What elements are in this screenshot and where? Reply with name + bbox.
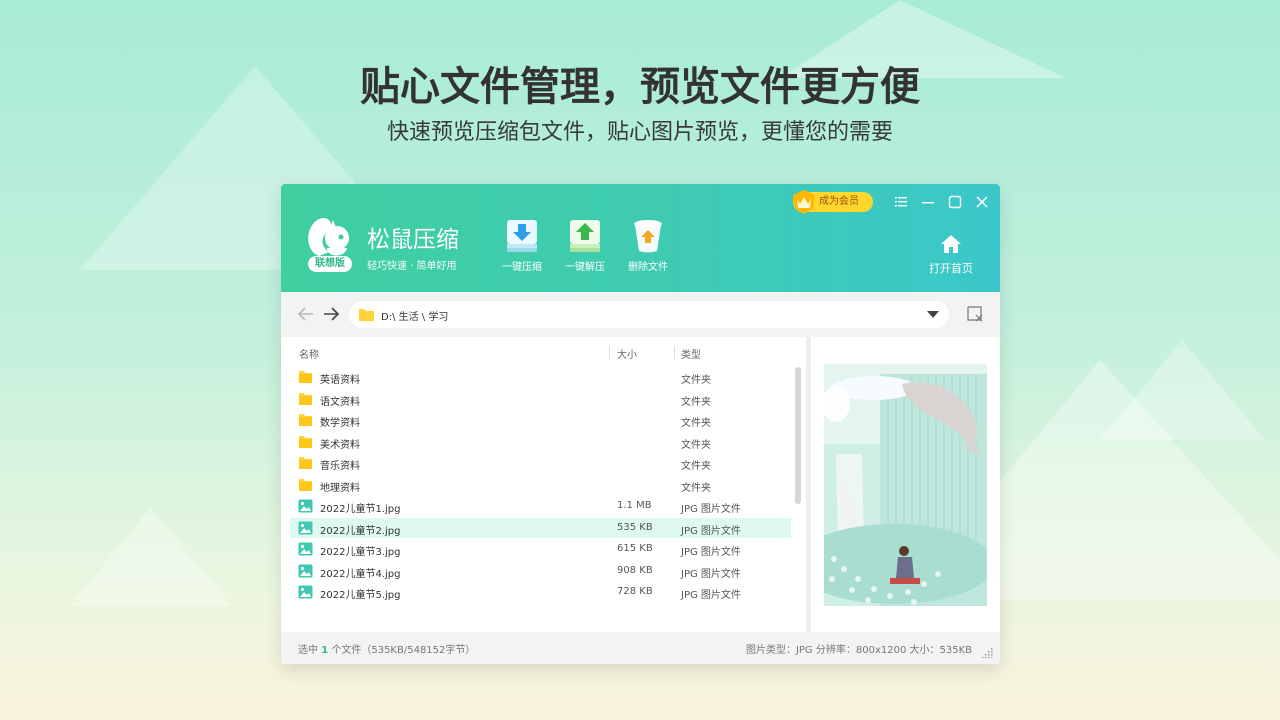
app-header: 联想版 松鼠压缩 轻巧快速 · 简单好用 一键压缩 一键解压 [281, 184, 1000, 292]
folder-icon [298, 392, 313, 406]
file-name: 2022儿童节1.jpg [320, 500, 400, 515]
file-name: 2022儿童节5.jpg [320, 586, 400, 601]
app-slogan: 轻巧快速 · 简单好用 [367, 257, 457, 272]
path-text: D:\ 生活 \ 学习 [381, 308, 448, 323]
file-name: 英语资料 [320, 371, 360, 386]
back-arrow-icon[interactable] [297, 305, 315, 323]
file-name: 音乐资料 [320, 457, 360, 472]
minimize-icon[interactable] [920, 194, 936, 210]
status-bar: 选中 1 个文件（535KB/548152字节） 图片类型：JPG 分辨率：80… [281, 632, 1000, 664]
file-name: 美术资料 [320, 436, 360, 451]
file-type: 文件夹 [681, 436, 711, 451]
image-file-icon [298, 542, 313, 556]
toggle-preview-icon[interactable] [966, 305, 984, 323]
image-file-icon [298, 564, 313, 578]
file-size: 615 KB [617, 543, 653, 554]
file-type: 文件夹 [681, 479, 711, 494]
banner-headline: 贴心文件管理，预览文件更方便 [0, 54, 1280, 112]
extract-label: 一键解压 [557, 258, 613, 273]
file-name: 2022儿童节3.jpg [320, 543, 400, 558]
banner-subline: 快速预览压缩包文件，贴心图片预览，更懂您的需要 [0, 114, 1280, 146]
trash-icon [631, 218, 665, 254]
file-row[interactable]: 数学资料 文件夹 [290, 410, 791, 430]
folder-icon [298, 413, 313, 427]
file-name: 2022儿童节2.jpg [320, 522, 400, 537]
path-input[interactable]: D:\ 生活 \ 学习 [349, 301, 949, 328]
app-name: 松鼠压缩 [367, 220, 459, 254]
file-type: 文件夹 [681, 457, 711, 472]
column-separator[interactable] [674, 346, 675, 359]
column-size-header[interactable]: 大小 [617, 346, 637, 361]
file-type: 文件夹 [681, 393, 711, 408]
file-type: 文件夹 [681, 414, 711, 429]
file-name: 2022儿童节4.jpg [320, 565, 400, 580]
file-type: JPG 图片文件 [681, 500, 741, 515]
file-type: JPG 图片文件 [681, 586, 741, 601]
maximize-icon[interactable] [947, 194, 963, 210]
file-size: 728 KB [617, 586, 653, 597]
file-row[interactable]: 英语资料 文件夹 [290, 367, 791, 387]
folder-icon [298, 478, 313, 492]
file-type: 文件夹 [681, 371, 711, 386]
home-icon [940, 234, 962, 254]
folder-icon [359, 308, 374, 321]
folder-icon [298, 435, 313, 449]
file-row[interactable]: 语文资料 文件夹 [290, 389, 791, 409]
file-row[interactable]: 2022儿童节5.jpg 728 KB JPG 图片文件 [290, 582, 791, 602]
file-row[interactable]: 2022儿童节4.jpg 908 KB JPG 图片文件 [290, 561, 791, 581]
file-name: 地理资料 [320, 479, 360, 494]
compress-icon [505, 218, 539, 254]
file-row[interactable]: 美术资料 文件夹 [290, 432, 791, 452]
file-row[interactable]: 音乐资料 文件夹 [290, 453, 791, 473]
edition-badge: 联想版 [308, 256, 352, 272]
compress-button[interactable]: 一键压缩 [494, 218, 550, 273]
file-name: 数学资料 [320, 414, 360, 429]
file-type: JPG 图片文件 [681, 543, 741, 558]
preview-pane [811, 337, 1000, 632]
image-file-icon [298, 499, 313, 513]
file-row[interactable]: 2022儿童节3.jpg 615 KB JPG 图片文件 [290, 539, 791, 559]
delete-button[interactable]: 删除文件 [620, 218, 676, 273]
file-size: 535 KB [617, 522, 653, 533]
vip-label: 成为会员 [819, 196, 859, 207]
file-row[interactable]: 2022儿童节2.jpg 535 KB JPG 图片文件 [290, 518, 791, 538]
extract-button[interactable]: 一键解压 [557, 218, 613, 273]
app-window: 联想版 松鼠压缩 轻巧快速 · 简单好用 一键压缩 一键解压 [281, 184, 1000, 664]
resize-grip-icon[interactable] [981, 646, 993, 658]
folder-icon [298, 456, 313, 470]
column-type-header[interactable]: 类型 [681, 346, 701, 361]
dropdown-icon[interactable] [927, 310, 939, 319]
status-suffix: 个文件（535KB/548152字节） [331, 645, 475, 656]
file-type: JPG 图片文件 [681, 565, 741, 580]
file-row[interactable]: 2022儿童节1.jpg 1.1 MB JPG 图片文件 [290, 496, 791, 516]
image-info: 图片类型：JPG 分辨率：800x1200 大小：535KB [746, 641, 972, 656]
crown-icon [791, 189, 817, 215]
image-preview [824, 364, 987, 606]
file-size: 1.1 MB [617, 500, 652, 511]
file-type: JPG 图片文件 [681, 522, 741, 537]
file-name: 语文资料 [320, 393, 360, 408]
close-icon[interactable] [974, 194, 990, 210]
home-button[interactable]: 打开首页 [925, 234, 977, 276]
selected-count: 1 [321, 645, 328, 656]
image-file-icon [298, 521, 313, 535]
delete-label: 删除文件 [620, 258, 676, 273]
image-file-icon [298, 585, 313, 599]
compress-label: 一键压缩 [494, 258, 550, 273]
file-size: 908 KB [617, 565, 653, 576]
file-row[interactable]: 地理资料 文件夹 [290, 475, 791, 495]
column-separator[interactable] [609, 346, 610, 359]
scrollbar[interactable] [795, 367, 801, 504]
menu-icon[interactable] [893, 194, 909, 210]
path-bar: D:\ 生活 \ 学习 [281, 292, 1000, 337]
column-name-header[interactable]: 名称 [299, 346, 319, 361]
file-list: 名称 大小 类型 英语资料文件夹语文资料文件夹数学资料文件夹美术资料文件夹音乐资… [281, 337, 806, 632]
selection-status: 选中 1 个文件（535KB/548152字节） [298, 641, 475, 656]
forward-arrow-icon[interactable] [322, 305, 340, 323]
status-prefix: 选中 [298, 645, 318, 656]
folder-icon [298, 370, 313, 384]
home-label: 打开首页 [925, 260, 977, 276]
extract-icon [568, 218, 602, 254]
